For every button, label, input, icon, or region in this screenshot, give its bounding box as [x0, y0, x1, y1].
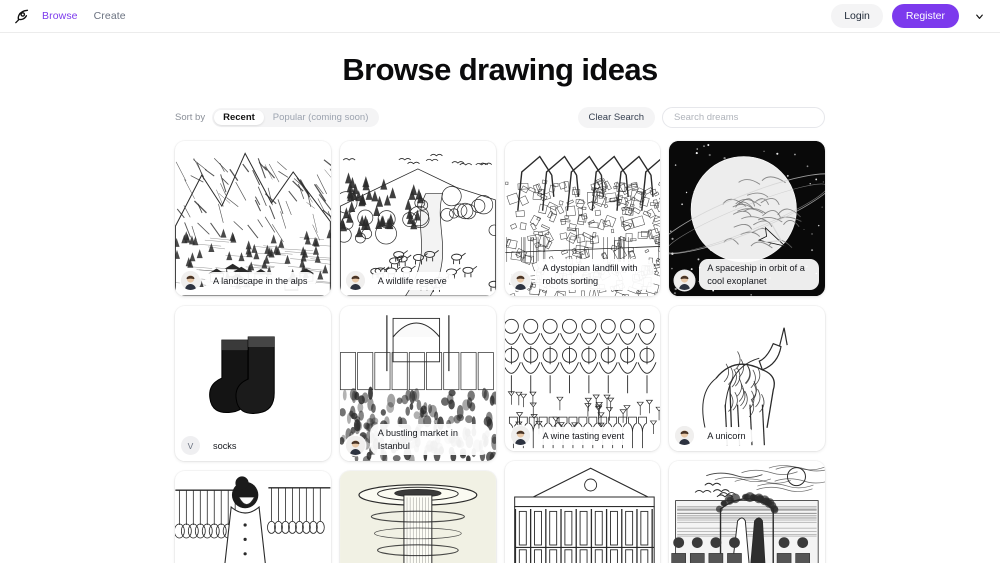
card-caption: A dystopian landfill with robots sorting	[534, 259, 655, 290]
gallery-card[interactable]: Vsocks	[175, 306, 331, 461]
card-caption: socks	[205, 436, 245, 455]
gallery-card[interactable]: A wine tasting event	[504, 306, 661, 451]
avatar[interactable]	[345, 436, 365, 455]
gallery-card[interactable]	[669, 461, 825, 563]
gallery-column: A landscape in the alps Vsocks	[175, 141, 331, 563]
top-navigation-bar: Browse Create Login Register	[0, 0, 1000, 33]
gallery-card[interactable]: A spaceship in orbit of a cool exoplanet	[669, 141, 825, 296]
card-artwork	[340, 471, 496, 563]
header-actions: Login Register	[831, 4, 988, 28]
sort-by-label: Sort by	[175, 112, 206, 123]
card-artwork	[669, 461, 825, 563]
card-caption-row: A wine tasting event	[510, 426, 655, 445]
avatar-initial[interactable]: V	[181, 436, 200, 455]
sort-option-popular[interactable]: Popular (coming soon)	[264, 110, 378, 125]
card-caption-row: A wildlife reserve	[345, 271, 490, 290]
sort-toggle-group: Recent Popular (coming soon)	[212, 108, 380, 127]
search-controls: Clear Search	[577, 107, 825, 128]
register-button[interactable]: Register	[891, 4, 959, 28]
card-caption: A landscape in the alps	[205, 271, 316, 290]
avatar[interactable]	[675, 271, 695, 290]
gallery-card[interactable]: A wildlife reserve	[339, 141, 496, 296]
nav-link-browse[interactable]: Browse	[42, 10, 78, 22]
chevron-down-icon[interactable]	[970, 7, 988, 25]
gallery-card[interactable]	[175, 471, 331, 563]
nav-link-create[interactable]: Create	[94, 10, 126, 22]
card-caption: A spaceship in orbit of a cool exoplanet	[699, 259, 819, 290]
card-caption-row: A landscape in the alps	[181, 271, 325, 290]
quill-logo-icon[interactable]	[10, 5, 32, 27]
card-caption: A wine tasting event	[534, 426, 633, 445]
card-caption-row: A bustling market in Istanbul	[345, 424, 490, 455]
avatar[interactable]	[345, 271, 365, 290]
card-caption-row: A spaceship in orbit of a cool exoplanet	[675, 259, 819, 290]
avatar[interactable]	[510, 271, 530, 290]
gallery-column: A wildlife reserve A bustling market in …	[339, 141, 496, 563]
gallery-card[interactable]: A unicorn	[669, 306, 825, 451]
gallery-column: A dystopian landfill with robots sorting…	[504, 141, 661, 563]
sort-option-recent[interactable]: Recent	[214, 110, 264, 125]
clear-search-button[interactable]: Clear Search	[577, 107, 655, 128]
card-caption: A wildlife reserve	[369, 271, 455, 290]
login-button[interactable]: Login	[831, 4, 883, 28]
gallery-card[interactable]: A dystopian landfill with robots sorting	[504, 141, 661, 296]
gallery-card[interactable]: A landscape in the alps	[175, 141, 331, 296]
page-title: Browse drawing ideas	[342, 52, 658, 87]
controls-bar: Sort by Recent Popular (coming soon) Cle…	[175, 107, 825, 128]
gallery-grid: A landscape in the alps Vsocks A wildlif…	[175, 141, 825, 563]
card-caption-row: A dystopian landfill with robots sorting	[510, 259, 655, 290]
avatar[interactable]	[675, 426, 695, 445]
card-caption: A bustling market in Istanbul	[369, 424, 490, 455]
card-caption: A unicorn	[699, 426, 754, 445]
gallery-card[interactable]: A bustling market in Istanbul	[339, 306, 496, 461]
card-artwork	[175, 471, 331, 563]
search-input[interactable]	[662, 107, 825, 128]
gallery-card[interactable]	[339, 471, 496, 563]
gallery-card[interactable]	[504, 461, 661, 563]
avatar[interactable]	[510, 426, 530, 445]
card-caption-row: Vsocks	[181, 436, 325, 455]
avatar[interactable]	[181, 271, 200, 290]
gallery-column: A spaceship in orbit of a cool exoplanet…	[669, 141, 825, 563]
card-caption-row: A unicorn	[675, 426, 819, 445]
card-artwork	[504, 461, 661, 563]
